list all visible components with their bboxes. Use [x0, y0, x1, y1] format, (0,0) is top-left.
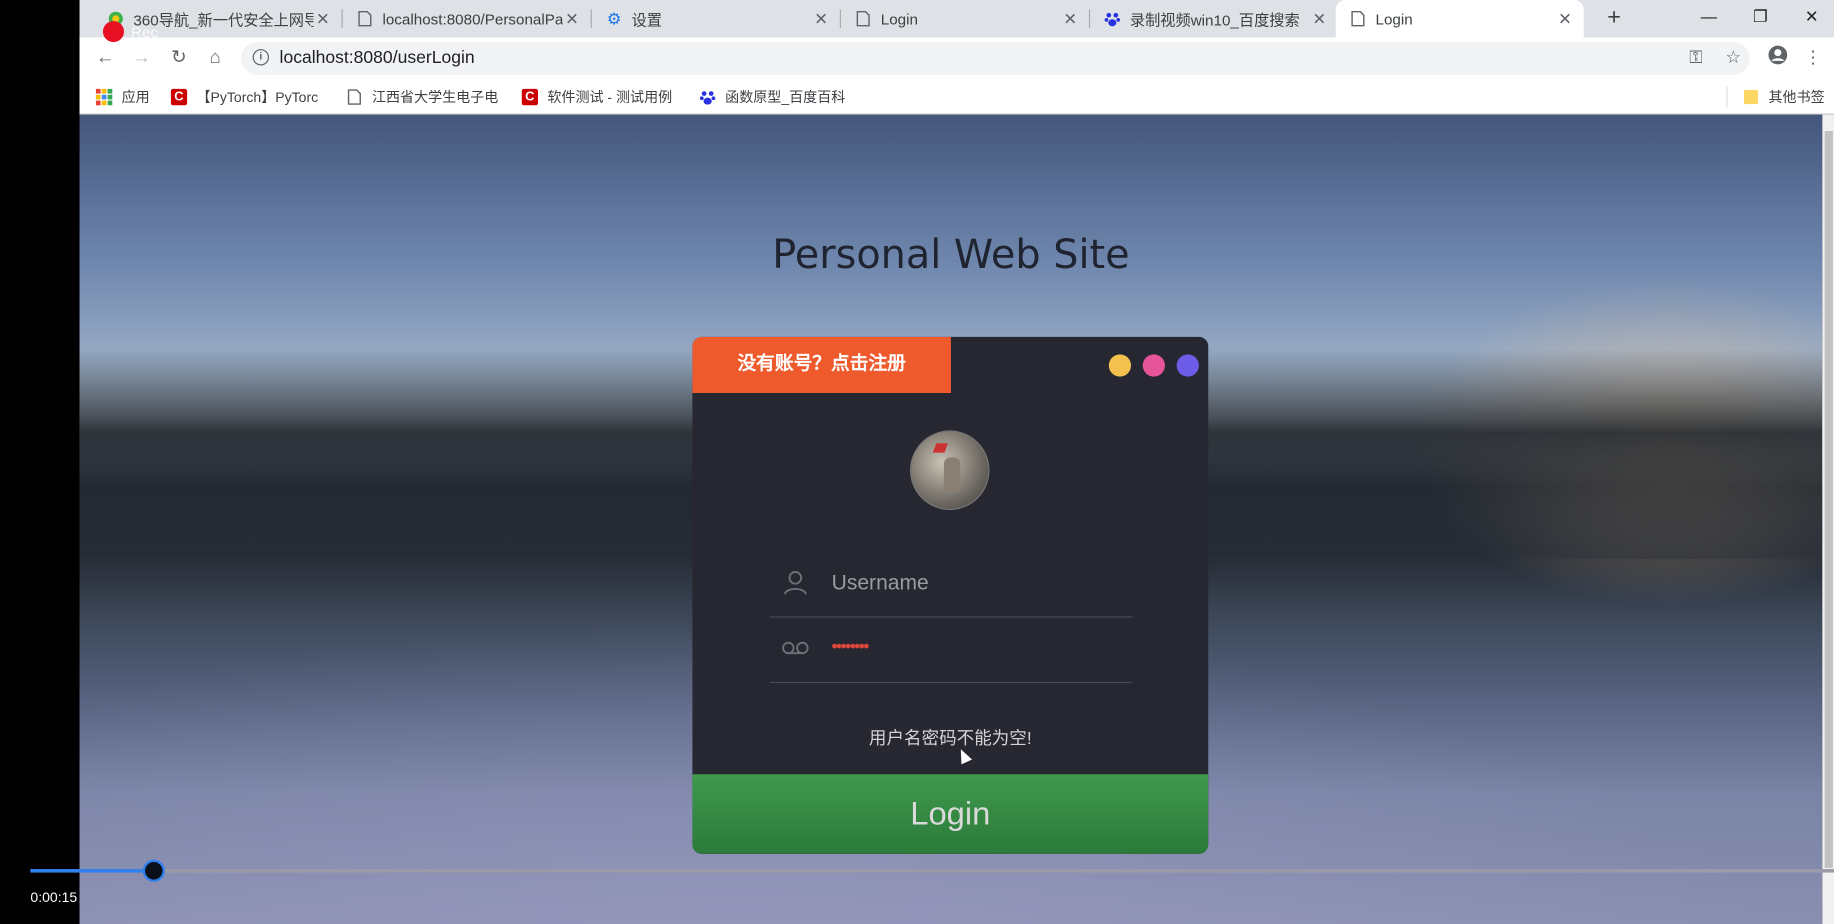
- password-input[interactable]: ••••••••: [832, 636, 870, 655]
- register-link[interactable]: 没有账号？点击注册: [692, 336, 951, 393]
- url-text[interactable]: localhost:8080/userLogin: [280, 48, 475, 68]
- user-icon: [781, 568, 809, 596]
- video-progress-knob[interactable]: [142, 859, 165, 882]
- username-input[interactable]: [831, 566, 1113, 599]
- reload-button[interactable]: ↻: [165, 44, 193, 72]
- browser-chrome: 360导航_新一代安全上网导航 ✕ localhost:8080/Persona…: [79, 0, 1834, 115]
- home-button[interactable]: ⌂: [201, 44, 229, 72]
- login-button[interactable]: Login: [692, 774, 1209, 854]
- bookmark-label: 应用: [121, 88, 150, 106]
- baidu-icon: [699, 88, 716, 105]
- info-icon[interactable]: i: [252, 49, 270, 66]
- minimize-button[interactable]: —: [1682, 0, 1736, 35]
- baidu-icon: [1104, 11, 1121, 27]
- address-bar[interactable]: i localhost:8080/userLogin: [240, 42, 1750, 75]
- login-card: 没有账号？点击注册 •••••••• 用户名密码不能为空! Login: [692, 336, 1209, 854]
- tab-label: Login: [880, 9, 918, 28]
- video-progress-track[interactable]: [30, 869, 1834, 873]
- tab-personalpage[interactable]: localhost:8080/PersonalPage ✕: [343, 0, 591, 37]
- video-progress-played: [30, 869, 154, 873]
- avatar: [909, 430, 990, 510]
- close-icon[interactable]: ✕: [313, 9, 332, 29]
- pink-dot: [1142, 354, 1165, 377]
- tab-label: 设置: [631, 11, 663, 29]
- close-icon[interactable]: ✕: [563, 9, 582, 29]
- yellow-dot: [1108, 354, 1132, 377]
- csdn-icon: C: [170, 88, 188, 105]
- close-icon[interactable]: ✕: [1061, 9, 1080, 29]
- window-dots: [1108, 354, 1199, 377]
- tab-label: Login: [1375, 9, 1413, 28]
- left-black-bar: [0, 0, 80, 924]
- close-window-button[interactable]: ✕: [1785, 0, 1834, 35]
- bookmark-label: 江西省大学生电子电: [371, 88, 499, 106]
- bookmark-other[interactable]: 其他书签: [1743, 87, 1825, 107]
- bookmark-testing[interactable]: C 软件测试 - 测试用例: [521, 87, 681, 107]
- key-icon: [781, 634, 809, 662]
- record-icon: [102, 21, 124, 43]
- page-icon: [1350, 10, 1366, 27]
- page-background: Personal Web Site 没有账号？点击注册 •••••••• 用户名…: [79, 114, 1823, 924]
- restore-button[interactable]: ❐: [1733, 0, 1787, 35]
- menu-icon[interactable]: ⋮: [1799, 44, 1827, 72]
- bookmark-pytorch[interactable]: C 【PyTorch】PyTorc: [170, 87, 328, 107]
- key-icon[interactable]: ⚿: [1682, 44, 1710, 72]
- profile-icon[interactable]: [1764, 44, 1792, 72]
- tab-label: localhost:8080/PersonalPage: [382, 9, 563, 28]
- bookmarks-bar: 应用 C 【PyTorch】PyTorc 江西省大学生电子电 C 软件测试 - …: [79, 79, 1834, 115]
- tab-label: 360导航_新一代安全上网导航: [133, 11, 313, 29]
- toolbar: ← → ↻ ⌂ i localhost:8080/userLogin ⚿ ☆ ⋮: [79, 37, 1834, 80]
- tab-baidu-search[interactable]: 录制视频win10_百度搜索 ✕: [1090, 0, 1338, 37]
- bookmark-label: 软件测试 - 测试用例: [547, 88, 673, 106]
- csdn-icon: C: [521, 88, 539, 105]
- scrollbar-thumb[interactable]: [1824, 130, 1833, 868]
- avatar-flag: [932, 443, 948, 453]
- apps-icon: [95, 88, 113, 105]
- error-message: 用户名密码不能为空!: [868, 728, 1032, 749]
- bookmark-apps[interactable]: 应用: [95, 87, 150, 107]
- folder-icon: [1743, 88, 1759, 104]
- tab-login-1[interactable]: Login ✕: [841, 0, 1089, 37]
- avatar-cat: [943, 457, 961, 493]
- forward-button[interactable]: →: [127, 44, 155, 72]
- page-icon: [357, 10, 373, 27]
- tab-strip: 360导航_新一代安全上网导航 ✕ localhost:8080/Persona…: [80, 0, 1834, 38]
- bookmark-divider: [1726, 86, 1728, 108]
- bookmark-jiangxi[interactable]: 江西省大学生电子电: [346, 87, 505, 107]
- tab-settings[interactable]: ⚙ 设置 ✕: [592, 0, 840, 37]
- back-button[interactable]: ←: [91, 44, 119, 72]
- bookmark-label: 函数原型_百度百科: [725, 88, 846, 106]
- tab-label: 录制视频win10_百度搜索: [1129, 11, 1300, 29]
- bookmark-label: 其他书签: [1768, 88, 1825, 106]
- tab-login-active[interactable]: Login ✕: [1335, 0, 1584, 38]
- bookmark-label: 【PyTorch】PyTorc: [196, 88, 319, 106]
- username-field: [769, 550, 1133, 618]
- close-icon[interactable]: ✕: [1556, 9, 1575, 29]
- bookmark-baike[interactable]: 函数原型_百度百科: [699, 87, 845, 107]
- page-icon: [855, 10, 871, 27]
- close-icon[interactable]: ✕: [812, 9, 831, 29]
- record-label: Rec: [130, 23, 159, 41]
- new-tab-button[interactable]: +: [1600, 5, 1628, 33]
- star-icon[interactable]: ☆: [1719, 44, 1747, 72]
- video-time: 0:00:15: [30, 888, 78, 906]
- gear-icon: ⚙: [606, 8, 622, 28]
- page-title: Personal Web Site: [772, 231, 1130, 279]
- purple-dot: [1176, 354, 1199, 377]
- page-icon: [346, 88, 362, 105]
- password-field: ••••••••: [769, 615, 1133, 684]
- close-icon[interactable]: ✕: [1310, 9, 1329, 29]
